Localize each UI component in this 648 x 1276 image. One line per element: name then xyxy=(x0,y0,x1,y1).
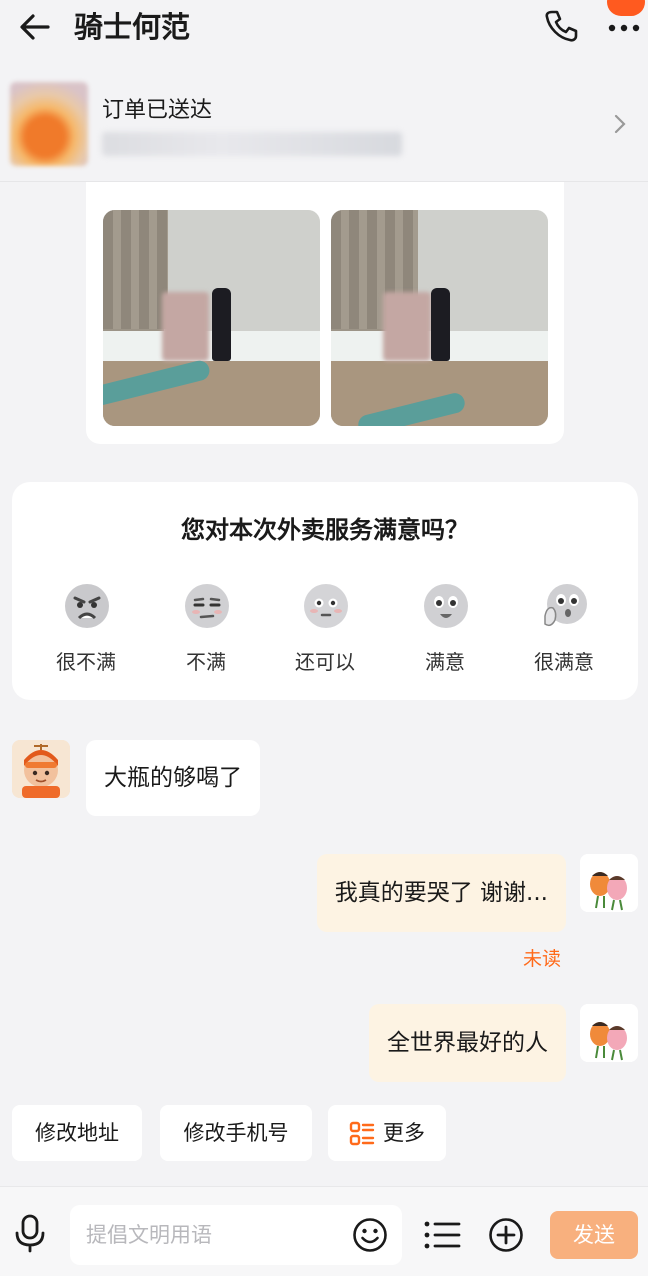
user-avatar[interactable] xyxy=(580,1004,638,1062)
rating-option-very-dissatisfied[interactable]: 很不满 xyxy=(36,582,136,678)
order-thumbnail xyxy=(10,82,88,166)
list-menu-icon[interactable] xyxy=(422,1217,462,1253)
rider-avatar[interactable] xyxy=(12,740,70,798)
rating-label: 很满意 xyxy=(534,650,594,674)
rating-option-satisfied[interactable]: 满意 xyxy=(395,582,495,678)
add-icon[interactable] xyxy=(488,1217,524,1253)
emoji-icon[interactable] xyxy=(352,1217,388,1253)
delivery-photo[interactable] xyxy=(331,210,548,426)
order-status-card[interactable]: 订单已送达 xyxy=(0,70,648,182)
rating-label: 不满 xyxy=(186,650,226,674)
menu-grid-icon xyxy=(349,1121,375,1146)
order-detail-blurred xyxy=(102,132,402,156)
phone-icon[interactable] xyxy=(543,8,579,44)
neutral-face-icon xyxy=(304,584,348,628)
order-status-text: 订单已送达 xyxy=(102,98,213,123)
rider-avatar-icon xyxy=(12,740,70,798)
happy-face-icon xyxy=(424,584,468,628)
send-button[interactable]: 发送 xyxy=(550,1211,638,1259)
user-avatar-icon xyxy=(580,1004,638,1062)
message-bubble-incoming[interactable]: 大瓶的够喝了 xyxy=(86,740,260,816)
message-bubble-outgoing[interactable]: 我真的要哭了 谢谢... xyxy=(316,854,566,932)
survey-question: 您对本次外卖服务满意吗？ xyxy=(181,516,469,544)
angry-face-icon xyxy=(65,584,109,628)
satisfaction-survey-card: 您对本次外卖服务满意吗？ 很不满 不满 还可以 满意 很满意 xyxy=(12,482,638,700)
quick-action-label: 修改地址 xyxy=(35,1121,119,1145)
displeased-face-icon xyxy=(185,584,229,628)
photo-message-card xyxy=(86,182,564,444)
unread-status: 未读 xyxy=(523,948,562,970)
delivery-photo[interactable] xyxy=(103,210,320,426)
rating-option-very-satisfied[interactable]: 很满意 xyxy=(514,582,614,678)
rating-label: 还可以 xyxy=(295,650,355,674)
rating-label: 满意 xyxy=(425,650,465,674)
message-bubble-outgoing[interactable]: 全世界最好的人 xyxy=(369,1004,566,1082)
quick-action-edit-phone[interactable]: 修改手机号 xyxy=(160,1105,312,1161)
message-input-bar: 发送 xyxy=(0,1186,648,1276)
quick-action-label: 更多 xyxy=(383,1121,425,1145)
microphone-icon[interactable] xyxy=(12,1213,48,1253)
rating-option-okay[interactable]: 还可以 xyxy=(275,582,375,678)
delighted-face-icon xyxy=(544,584,587,627)
rating-option-dissatisfied[interactable]: 不满 xyxy=(156,582,256,678)
rating-label: 很不满 xyxy=(56,650,116,674)
user-avatar[interactable] xyxy=(580,854,638,912)
quick-action-edit-address[interactable]: 修改地址 xyxy=(12,1105,142,1161)
chat-header: 骑士何范 ··· xyxy=(0,0,648,56)
quick-action-label: 修改手机号 xyxy=(183,1121,289,1145)
chevron-right-icon[interactable] xyxy=(612,114,628,134)
back-arrow-icon[interactable] xyxy=(18,10,52,44)
user-avatar-icon xyxy=(580,854,638,912)
chat-title: 骑士何范 xyxy=(74,10,191,44)
quick-action-more[interactable]: 更多 xyxy=(328,1105,446,1161)
